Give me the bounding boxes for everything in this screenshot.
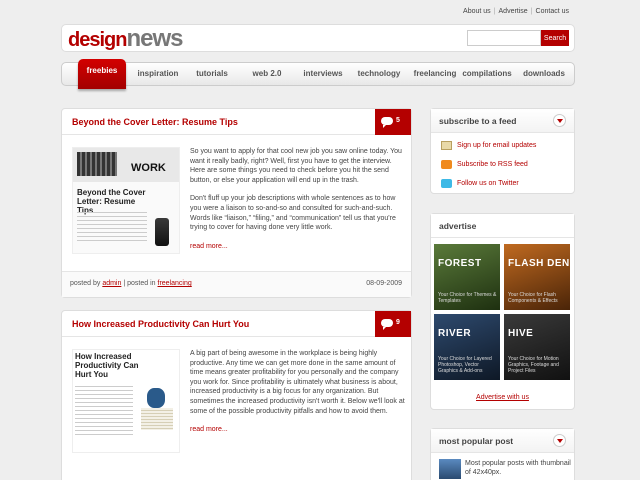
comment-count-badge[interactable]: 9	[375, 311, 411, 337]
comment-icon	[381, 117, 393, 128]
thumb-word: WORK	[131, 162, 166, 174]
post-title[interactable]: Beyond the Cover Letter: Resume Tips	[72, 117, 238, 127]
ad-hive[interactable]: HIVE Your Choice for Motion Graphics, Fo…	[504, 314, 570, 380]
excerpt-paragraph: So you want to apply for that cool new j…	[190, 148, 402, 184]
thumb-image: WORK	[73, 148, 179, 182]
advertise-title: advertise	[439, 221, 477, 231]
nav-downloads[interactable]: downloads	[518, 63, 570, 85]
popular-box: most popular post Most popular posts wit…	[430, 428, 575, 480]
phone-graphic	[155, 218, 169, 246]
main-nav: freebies inspiration tutorials web 2.0 i…	[61, 59, 575, 89]
advertise-with-us-link[interactable]: Advertise with us	[431, 394, 574, 401]
feed-rss[interactable]: Subscribe to RSS feed	[441, 160, 528, 169]
header: designnews Search	[61, 24, 575, 52]
person-graphic	[147, 388, 165, 408]
logo-design-text: design	[68, 29, 127, 51]
excerpt-paragraph: Don't fluff up your job descriptions wit…	[190, 195, 396, 232]
ad-tagline: Your Choice for Motion Graphics, Footage…	[508, 356, 559, 374]
excerpt-paragraph: A big part of being awesome in the workp…	[190, 350, 405, 415]
site-logo[interactable]: designnews	[68, 25, 183, 53]
logo-news-text: news	[126, 25, 183, 52]
subscribe-header: subscribe to a feed	[431, 109, 574, 133]
rss-icon	[441, 160, 452, 169]
ad-tagline: Your Choice for Themes & Templates	[438, 292, 497, 304]
nav-interviews[interactable]: interviews	[296, 63, 350, 85]
ad-flashden[interactable]: FLASH DEN Your Choice for Flash Componen…	[504, 244, 570, 310]
ad-tagline: Your Choice for Layered Photoshop, Vecto…	[438, 356, 492, 374]
category-link[interactable]: freelancing	[158, 280, 192, 287]
paper-stack-graphic	[141, 408, 173, 430]
comment-count: 5	[396, 117, 400, 124]
post-title[interactable]: How Increased Productivity Can Hurt You	[72, 319, 249, 329]
popular-header: most popular post	[431, 429, 574, 453]
author-link[interactable]: admin	[102, 280, 121, 287]
post-thumbnail[interactable]: How Increased Productivity Can Hurt You	[72, 349, 180, 453]
nav-web-2-0[interactable]: web 2.0	[242, 63, 292, 85]
search-input[interactable]	[467, 30, 541, 46]
feed-twitter[interactable]: Follow us on Twitter	[441, 179, 519, 188]
collapse-toggle-icon[interactable]	[553, 114, 566, 127]
feed-label: Sign up for email updates	[457, 142, 537, 149]
read-more-link[interactable]: read more...	[190, 425, 405, 435]
ad-brand: HIVE	[508, 328, 534, 339]
post-card: How Increased Productivity Can Hurt You …	[61, 310, 412, 480]
search-button[interactable]: Search	[541, 30, 569, 46]
popular-thumbnail[interactable]	[439, 459, 461, 479]
post-header: Beyond the Cover Letter: Resume Tips 5	[62, 109, 411, 135]
thumb-image	[139, 384, 175, 432]
post-footer: posted by admin | posted in freelancing …	[62, 271, 411, 297]
popular-title: most popular post	[439, 436, 514, 446]
ad-brand: FLASH DEN	[508, 258, 570, 269]
posted-by-label: posted by	[70, 280, 101, 287]
comment-count: 9	[396, 319, 400, 326]
separator: |	[123, 280, 126, 287]
posted-in-label: posted in	[127, 280, 156, 287]
post-excerpt: A big part of being awesome in the workp…	[190, 349, 405, 435]
ad-brand: RIVER	[438, 328, 472, 339]
feed-label: Follow us on Twitter	[457, 180, 519, 187]
feed-label: Subscribe to RSS feed	[457, 161, 528, 168]
nav-freebies[interactable]: freebies	[78, 59, 126, 89]
post-header: How Increased Productivity Can Hurt You …	[62, 311, 411, 337]
comment-icon	[381, 319, 393, 330]
nav-tutorials[interactable]: tutorials	[188, 63, 236, 85]
post-card: Beyond the Cover Letter: Resume Tips 5 W…	[61, 108, 412, 298]
nav-technology[interactable]: technology	[352, 63, 406, 85]
ad-river[interactable]: RIVER Your Choice for Layered Photoshop,…	[434, 314, 500, 380]
thumb-title: Beyond the Cover Letter: Resume Tips	[77, 188, 146, 215]
ad-tagline: Your Choice for Flash Components & Effec…	[508, 292, 558, 304]
popular-text[interactable]: Most popular posts with thumbnail of 42x…	[465, 459, 571, 477]
email-icon	[441, 141, 452, 150]
thumb-lines	[77, 212, 147, 242]
ad-brand: FOREST	[438, 258, 482, 269]
comment-count-badge[interactable]: 5	[375, 109, 411, 135]
advertise-box: advertise FOREST Your Choice for Themes …	[430, 213, 575, 410]
thumb-title: How Increased Productivity Can Hurt You	[75, 352, 139, 379]
read-more-link[interactable]: read more...	[190, 242, 405, 252]
contact-us-link[interactable]: Contact us	[533, 8, 572, 15]
post-date: 08-09-2009	[366, 280, 402, 287]
subscribe-box: subscribe to a feed Sign up for email up…	[430, 108, 575, 194]
twitter-icon	[441, 179, 452, 188]
search-form: Search	[467, 30, 569, 46]
top-links: About us | Advertise | Contact us	[460, 8, 572, 15]
post-excerpt: So you want to apply for that cool new j…	[190, 147, 405, 251]
subscribe-title: subscribe to a feed	[439, 116, 517, 126]
feed-email[interactable]: Sign up for email updates	[441, 141, 536, 150]
thumb-lines	[75, 386, 133, 436]
advertise-header: advertise	[431, 214, 574, 238]
ad-forest[interactable]: FOREST Your Choice for Themes & Template…	[434, 244, 500, 310]
keyboard-graphic	[77, 152, 117, 176]
about-us-link[interactable]: About us	[460, 8, 494, 15]
nav-freelancing[interactable]: freelancing	[408, 63, 462, 85]
nav-compilations[interactable]: compilations	[462, 63, 512, 85]
post-thumbnail[interactable]: WORK Beyond the Cover Letter: Resume Tip…	[72, 147, 180, 254]
advertise-link[interactable]: Advertise	[496, 8, 531, 15]
nav-inspiration[interactable]: inspiration	[132, 63, 184, 85]
collapse-toggle-icon[interactable]	[553, 434, 566, 447]
